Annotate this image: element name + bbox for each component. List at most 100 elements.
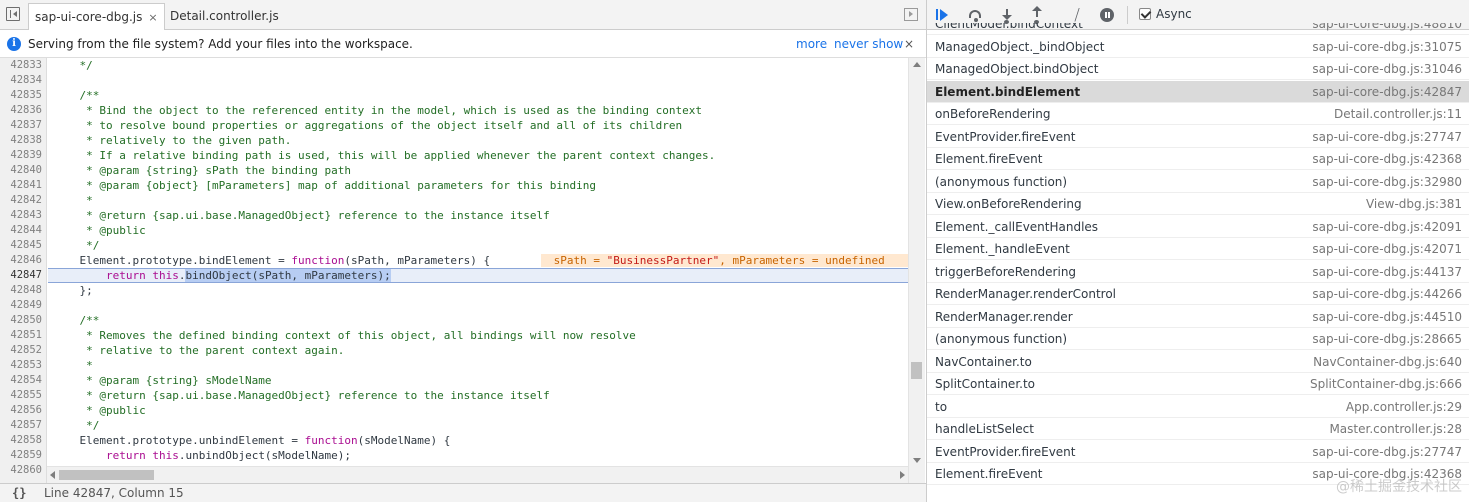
- call-frame[interactable]: Element.fireEvent sap-ui-core-dbg.js:4236…: [927, 148, 1469, 170]
- frame-location[interactable]: NavContainer-dbg.js:640: [1313, 351, 1462, 373]
- frame-location[interactable]: Detail.controller.js:11: [1334, 103, 1462, 125]
- line-code: * to resolve bound properties or aggrega…: [53, 118, 682, 133]
- close-tab-icon[interactable]: ×: [148, 11, 157, 24]
- line-number[interactable]: 42838: [0, 133, 42, 148]
- frame-location[interactable]: sap-ui-core-dbg.js:42368: [1312, 148, 1462, 170]
- frame-location[interactable]: sap-ui-core-dbg.js:31075: [1312, 36, 1462, 58]
- line-number[interactable]: 42834: [0, 73, 42, 88]
- line-number[interactable]: 42852: [0, 343, 42, 358]
- line-number[interactable]: 42857: [0, 418, 42, 433]
- line-number[interactable]: 42860: [0, 463, 42, 478]
- line-number[interactable]: 42858: [0, 433, 42, 448]
- horizontal-scroll-thumb[interactable]: [59, 470, 154, 480]
- call-frame[interactable]: (anonymous function) sap-ui-core-dbg.js:3…: [927, 171, 1469, 193]
- line-number[interactable]: 42843: [0, 208, 42, 223]
- frame-location[interactable]: sap-ui-core-dbg.js:42071: [1312, 238, 1462, 260]
- step-over-icon[interactable]: [967, 6, 987, 24]
- call-frame[interactable]: ManagedObject._bindObject sap-ui-core-dbg…: [927, 36, 1469, 58]
- call-frame[interactable]: onBeforeRendering Detail.controller.js:11: [927, 103, 1469, 125]
- line-number[interactable]: 42833: [0, 58, 42, 73]
- deactivate-breakpoints-icon[interactable]: ⧸: [1067, 6, 1087, 24]
- resume-icon[interactable]: [933, 6, 953, 24]
- line-number[interactable]: 42849: [0, 298, 42, 313]
- frame-location[interactable]: sap-ui-core-dbg.js:48810: [1312, 23, 1462, 35]
- pause-on-exceptions-icon[interactable]: [1097, 6, 1117, 24]
- call-frame[interactable]: SplitContainer.to SplitContainer-dbg.js:6…: [927, 373, 1469, 395]
- line-number[interactable]: 42850: [0, 313, 42, 328]
- frame-location[interactable]: Master.controller.js:28: [1329, 418, 1462, 440]
- line-number[interactable]: 42835: [0, 88, 42, 103]
- line-number[interactable]: 42836: [0, 103, 42, 118]
- line-number[interactable]: 42856: [0, 403, 42, 418]
- line-number[interactable]: 42854: [0, 373, 42, 388]
- call-frame[interactable]: EventProvider.fireEvent sap-ui-core-dbg.j…: [927, 441, 1469, 463]
- step-into-icon[interactable]: [997, 6, 1017, 24]
- call-frame[interactable]: View.onBeforeRendering View-dbg.js:381: [927, 193, 1469, 215]
- frame-location[interactable]: sap-ui-core-dbg.js:31046: [1312, 58, 1462, 80]
- frame-location[interactable]: sap-ui-core-dbg.js:27747: [1312, 126, 1462, 148]
- frame-location[interactable]: SplitContainer-dbg.js:666: [1310, 373, 1462, 395]
- line-number[interactable]: 42859: [0, 448, 42, 463]
- pretty-print-button[interactable]: {}: [12, 484, 26, 502]
- line-number[interactable]: 42844: [0, 223, 42, 238]
- call-frame[interactable]: ClientModel.bindContext sap-ui-core-dbg.j…: [927, 23, 1469, 35]
- vertical-scroll-thumb[interactable]: [911, 362, 922, 379]
- tab-sap-ui-core-dbg[interactable]: sap-ui-core-dbg.js ×: [28, 3, 165, 30]
- code-line: 42836 * Bind the object to the reference…: [0, 103, 910, 118]
- line-number[interactable]: 42848: [0, 283, 42, 298]
- frame-location[interactable]: View-dbg.js:381: [1366, 193, 1462, 215]
- line-number[interactable]: 42847: [0, 268, 42, 283]
- code-editor[interactable]: 42833 */42834 42835 /** 42836 * Bind the o…: [0, 58, 926, 483]
- code-line: 42845 */: [0, 238, 910, 253]
- line-number[interactable]: 42837: [0, 118, 42, 133]
- line-number[interactable]: 42845: [0, 238, 42, 253]
- frame-location[interactable]: sap-ui-core-dbg.js:42847: [1312, 81, 1462, 103]
- frame-location[interactable]: sap-ui-core-dbg.js:28665: [1312, 328, 1462, 350]
- frame-location[interactable]: sap-ui-core-dbg.js:44510: [1312, 306, 1462, 328]
- code-token: * relative to the parent context again.: [53, 344, 345, 357]
- scroll-left-icon[interactable]: [50, 471, 55, 479]
- line-number[interactable]: 42853: [0, 358, 42, 373]
- tab-detail-controller[interactable]: Detail.controller.js: [164, 3, 285, 30]
- frame-location[interactable]: sap-ui-core-dbg.js:42091: [1312, 216, 1462, 238]
- never-show-link[interactable]: never show: [834, 30, 903, 58]
- line-code: * @param {string} sPath the binding path: [53, 163, 351, 178]
- frame-location[interactable]: App.controller.js:29: [1346, 396, 1462, 418]
- toggle-navigator-icon[interactable]: [6, 7, 20, 21]
- call-frame[interactable]: RenderManager.renderControl sap-ui-core-d…: [927, 283, 1469, 305]
- frame-location[interactable]: sap-ui-core-dbg.js:32980: [1312, 171, 1462, 193]
- line-number[interactable]: 42842: [0, 193, 42, 208]
- call-frame[interactable]: EventProvider.fireEvent sap-ui-core-dbg.j…: [927, 126, 1469, 148]
- close-infobar-icon[interactable]: ×: [904, 30, 914, 58]
- editor-status-bar: {} Line 42847, Column 15: [0, 483, 926, 502]
- frame-location[interactable]: sap-ui-core-dbg.js:27747: [1312, 441, 1462, 463]
- call-frame[interactable]: triggerBeforeRendering sap-ui-core-dbg.js…: [927, 261, 1469, 283]
- scroll-down-icon[interactable]: [913, 458, 921, 463]
- scroll-up-icon[interactable]: [913, 62, 921, 67]
- line-number[interactable]: 42855: [0, 388, 42, 403]
- call-frame[interactable]: ManagedObject.bindObject sap-ui-core-dbg.…: [927, 58, 1469, 80]
- toggle-debugger-icon[interactable]: [904, 8, 918, 21]
- call-frame[interactable]: handleListSelect Master.controller.js:28: [927, 418, 1469, 440]
- line-number[interactable]: 42846: [0, 253, 42, 268]
- line-number[interactable]: 42841: [0, 178, 42, 193]
- async-checkbox[interactable]: [1139, 8, 1151, 20]
- cursor-position: Line 42847, Column 15: [44, 486, 184, 500]
- line-number[interactable]: 42840: [0, 163, 42, 178]
- line-number[interactable]: 42839: [0, 148, 42, 163]
- frame-location[interactable]: sap-ui-core-dbg.js:44137: [1312, 261, 1462, 283]
- horizontal-scrollbar[interactable]: [47, 466, 908, 483]
- line-number[interactable]: 42851: [0, 328, 42, 343]
- more-link[interactable]: more: [796, 30, 827, 58]
- vertical-scrollbar[interactable]: [908, 58, 925, 483]
- call-frame[interactable]: Element._callEventHandles sap-ui-core-dbg…: [927, 216, 1469, 238]
- step-out-icon[interactable]: [1027, 6, 1047, 24]
- call-frame[interactable]: (anonymous function) sap-ui-core-dbg.js:2…: [927, 328, 1469, 350]
- call-frame[interactable]: Element._handleEvent sap-ui-core-dbg.js:4…: [927, 238, 1469, 260]
- call-frame[interactable]: Element.bindElement sap-ui-core-dbg.js:42…: [927, 80, 1469, 103]
- call-frame[interactable]: RenderManager.render sap-ui-core-dbg.js:4…: [927, 306, 1469, 328]
- frame-location[interactable]: sap-ui-core-dbg.js:44266: [1312, 283, 1462, 305]
- scroll-right-icon[interactable]: [900, 471, 905, 479]
- call-frame[interactable]: NavContainer.to NavContainer-dbg.js:640: [927, 351, 1469, 373]
- call-frame[interactable]: to App.controller.js:29: [927, 396, 1469, 418]
